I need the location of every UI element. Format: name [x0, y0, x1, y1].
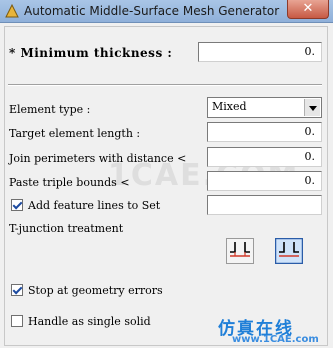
paste-triple-bounds-input[interactable]: 0. [207, 171, 322, 191]
t-junction-split-button[interactable] [226, 238, 254, 264]
t-junction-merge-icon [274, 237, 304, 265]
feature-set-input[interactable] [207, 195, 322, 215]
paste-triple-bounds-label: Paste triple bounds < [9, 176, 130, 189]
separator [8, 84, 322, 86]
join-perimeters-label: Join perimeters with distance < [9, 152, 187, 165]
handle-as-single-solid-checkbox[interactable] [11, 315, 23, 327]
add-feature-lines-checkbox[interactable] [11, 199, 23, 211]
element-type-value: Mixed [212, 100, 247, 113]
t-junction-label: T-junction treatment [9, 222, 124, 235]
element-type-label: Element type : [9, 103, 91, 116]
t-junction-split-icon [226, 238, 254, 264]
target-element-length-input[interactable]: 0. [207, 122, 322, 142]
target-element-length-label: Target element length : [9, 127, 141, 140]
chevron-down-icon[interactable] [304, 99, 320, 116]
title-bar: Automatic Middle-Surface Mesh Generator … [0, 0, 333, 23]
add-feature-lines-label: Add feature lines to Set [28, 199, 161, 212]
handle-as-single-solid-label: Handle as single solid [28, 315, 151, 328]
close-button[interactable]: ✕ [287, 0, 329, 19]
app-icon [5, 4, 19, 18]
stop-at-geometry-errors-checkbox[interactable] [11, 284, 23, 296]
minimum-thickness-input[interactable]: 0. [198, 42, 322, 62]
element-type-select[interactable]: Mixed [207, 97, 322, 118]
watermark-url: www.1CAE.com [232, 334, 319, 345]
close-icon: ✕ [302, 1, 314, 16]
join-perimeters-input[interactable]: 0. [207, 147, 322, 167]
window-title: Automatic Middle-Surface Mesh Generator [24, 4, 280, 18]
stop-at-geometry-errors-label: Stop at geometry errors [28, 284, 163, 297]
minimum-thickness-label: * Minimum thickness : [9, 46, 173, 60]
t-junction-merge-button[interactable] [274, 237, 304, 265]
